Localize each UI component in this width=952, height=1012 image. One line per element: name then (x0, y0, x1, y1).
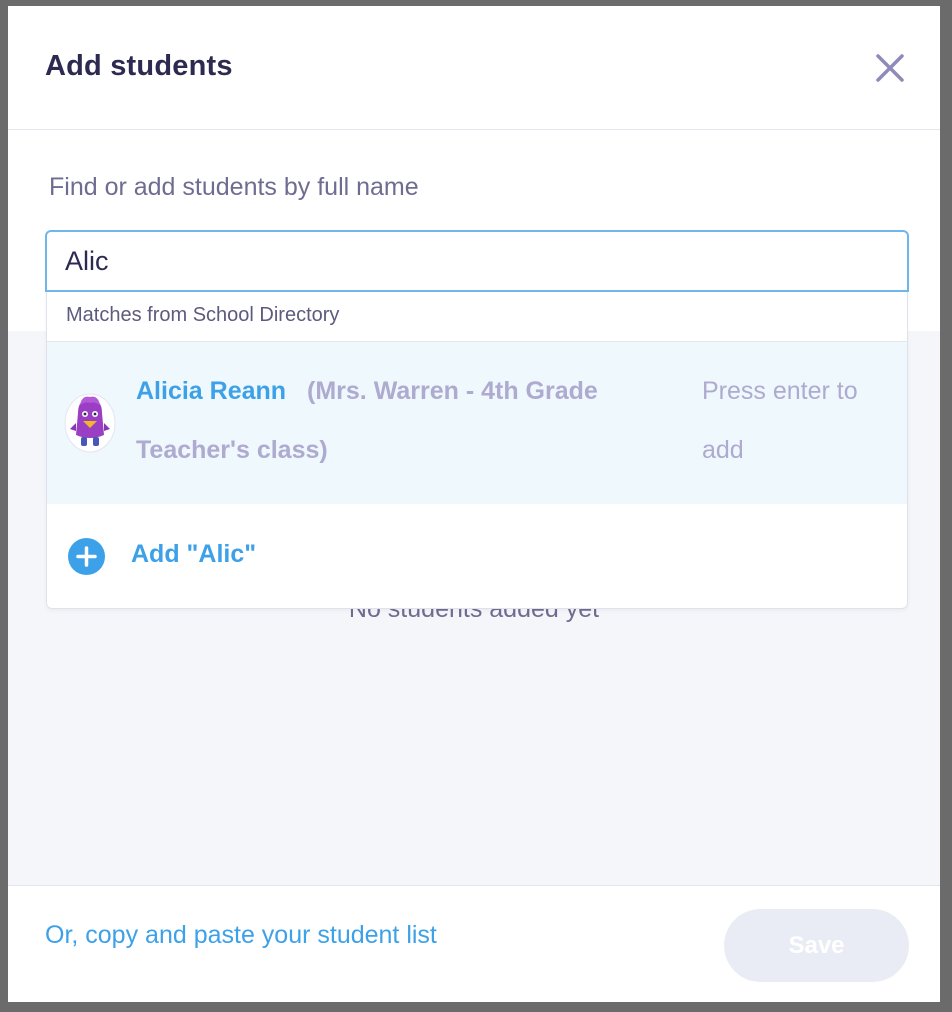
search-suggestions-dropdown: Matches from School Directory Alicia Rea… (46, 292, 908, 609)
dropdown-header: Matches from School Directory (47, 292, 907, 342)
add-new-student-item[interactable]: Add "Alic" (47, 504, 907, 608)
close-icon (876, 54, 904, 82)
match-student-name: Alicia Reann (136, 377, 287, 405)
save-button[interactable]: Save (724, 909, 909, 982)
press-enter-hint: Press enter to add (702, 377, 858, 464)
add-students-modal: Add students Find or add students by ful… (8, 6, 940, 1002)
student-search-input[interactable] (45, 230, 909, 292)
close-button[interactable] (870, 48, 910, 88)
copy-paste-list-link[interactable]: Or, copy and paste your student list (45, 918, 485, 953)
modal-title: Add students (45, 50, 233, 82)
modal-header: Add students (8, 6, 940, 130)
monster-avatar-icon (64, 391, 116, 453)
match-text: Alicia Reann (Mrs. Warren - 4th Grade Te… (136, 362, 656, 480)
match-item[interactable]: Alicia Reann (Mrs. Warren - 4th Grade Te… (47, 342, 907, 504)
add-new-student-label: Add "Alic" (131, 540, 257, 568)
plus-circle-icon (68, 538, 105, 575)
modal-footer: Or, copy and paste your student list Sav… (8, 885, 940, 1002)
search-label: Find or add students by full name (49, 173, 419, 201)
